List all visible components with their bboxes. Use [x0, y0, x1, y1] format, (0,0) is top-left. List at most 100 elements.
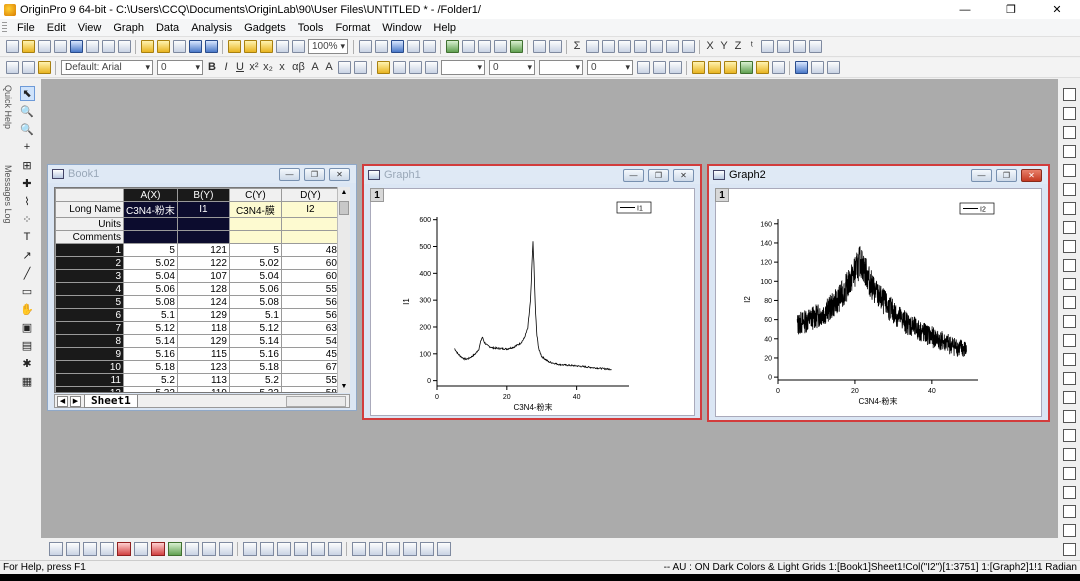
sheet-prev-icon[interactable]: ◀ — [57, 395, 68, 407]
table-cell[interactable]: 5 — [123, 243, 178, 257]
table-row[interactable]: 2 5.02 122 5.02 60 — [55, 256, 340, 270]
table-cell[interactable]: 5.18 — [123, 360, 178, 374]
print-icon[interactable] — [358, 40, 372, 53]
row-number[interactable]: 4 — [55, 282, 124, 296]
format-painter-icon[interactable] — [691, 61, 705, 74]
align-bottom-icon[interactable] — [1062, 296, 1076, 310]
new-note-icon[interactable] — [117, 40, 131, 53]
graph2-minimize-button[interactable]: — — [971, 169, 992, 182]
insert-equation-icon[interactable]: ✱ — [20, 356, 35, 371]
sample-icon[interactable] — [681, 40, 695, 53]
paste-icon[interactable] — [37, 61, 51, 74]
worksheet-table[interactable]: A(X) B(Y) C(Y) D(Y) Long Name C3N4-粉末 I1… — [55, 188, 340, 392]
book1-title-bar[interactable]: Book1 — ❐ ✕ — [48, 165, 356, 183]
recalculate-icon[interactable] — [291, 40, 305, 53]
y-icon[interactable]: Y — [719, 40, 730, 53]
table-row[interactable]: 12 5.22 119 5.22 58 — [55, 386, 340, 392]
same-height-icon[interactable] — [1062, 523, 1076, 537]
table-cell[interactable]: 60 — [280, 256, 340, 270]
table-cell[interactable]: 5.06 — [228, 282, 282, 296]
clock-icon[interactable] — [1062, 353, 1076, 367]
comments-b[interactable] — [176, 230, 230, 244]
ungroup-obj-icon[interactable] — [1062, 486, 1076, 499]
row-label-long-name[interactable]: Long Name — [55, 201, 124, 218]
insert-object-icon[interactable]: ▦ — [20, 374, 35, 389]
units-c[interactable] — [228, 217, 282, 231]
column-header-a[interactable]: A(X) — [123, 188, 178, 202]
table-cell[interactable]: 5.22 — [228, 386, 282, 392]
menu-tools[interactable]: Tools — [292, 22, 330, 34]
table-cell[interactable]: 5.16 — [228, 347, 282, 361]
table-cell[interactable]: 5.1 — [228, 308, 282, 322]
pointer-icon[interactable]: ⬉ — [19, 85, 35, 101]
table-cell[interactable]: 60 — [280, 269, 340, 283]
axis-icon[interactable] — [1062, 106, 1076, 120]
table-cell[interactable]: 55 — [280, 282, 340, 296]
align-top-icon[interactable] — [1062, 277, 1076, 291]
label-icon[interactable] — [760, 40, 774, 53]
table-row[interactable]: 6 5.1 129 5.1 56 — [55, 308, 340, 322]
rescale-icon[interactable] — [1062, 125, 1076, 139]
cut-icon[interactable] — [5, 61, 19, 74]
graph1-plot[interactable]: 0 20 400100200300400500600C3N4-粉末I1I1 — [371, 189, 696, 417]
layer-icon[interactable] — [1062, 88, 1076, 101]
open-excel-icon[interactable] — [172, 40, 186, 53]
zoom-in-icon[interactable]: 🔍 — [20, 104, 35, 119]
paste-format-icon[interactable] — [755, 61, 769, 74]
text-tool-icon[interactable]: T — [20, 230, 35, 245]
graph2-plot[interactable]: 0 20 40 0 20 40 60 80 100 120 140 160 C3N4-粉末 I2 I2 — [716, 189, 1043, 418]
table-row[interactable]: 9 5.16 115 5.16 45 — [55, 347, 340, 361]
superscript-icon[interactable]: x² — [249, 61, 260, 74]
bring-front-icon[interactable] — [1062, 429, 1076, 443]
long-name-a[interactable]: C3N4-粉末 — [123, 201, 178, 218]
minimize-button[interactable]: — — [942, 0, 988, 19]
menu-window[interactable]: Window — [376, 22, 427, 34]
table-cell[interactable]: 5.18 — [228, 360, 282, 374]
table-cell[interactable]: 5.08 — [123, 295, 178, 309]
table-cell[interactable]: 129 — [176, 308, 230, 322]
table-cell[interactable]: 58 — [280, 386, 340, 392]
table-cell[interactable]: 5.2 — [123, 373, 178, 387]
menu-edit[interactable]: Edit — [41, 22, 72, 34]
table-cell[interactable]: 5.14 — [228, 334, 282, 348]
sigma-icon[interactable]: Σ — [572, 40, 583, 53]
long-name-b[interactable]: I1 — [176, 201, 230, 218]
import-wizard-icon[interactable] — [259, 40, 273, 53]
row-number[interactable]: 8 — [55, 334, 124, 348]
bar-style-icon[interactable] — [353, 61, 367, 74]
row-number[interactable]: 9 — [55, 347, 124, 361]
table-cell[interactable]: 63 — [280, 321, 340, 335]
graph2-title-bar[interactable]: Graph2 — ❐ ✕ — [709, 166, 1048, 184]
area-plot-icon[interactable] — [150, 542, 165, 556]
table-cell[interactable]: 123 — [176, 360, 230, 374]
row-number[interactable]: 7 — [55, 321, 124, 335]
graph2-window[interactable]: Graph2 — ❐ ✕ 1 0 20 40 0 20 40 60 80 100 120 140 16… — [707, 164, 1050, 422]
fill-area-icon[interactable] — [167, 542, 182, 556]
table-cell[interactable]: 5.1 — [123, 308, 178, 322]
menu-graph[interactable]: Graph — [107, 22, 150, 34]
bottom-axis-icon[interactable] — [1062, 239, 1076, 253]
worksheet-horizontal-scrollbar[interactable] — [286, 395, 346, 407]
left-axis-icon[interactable] — [1062, 258, 1076, 272]
worksheet-grid[interactable]: A(X) B(Y) C(Y) D(Y) Long Name C3N4-粉末 I1… — [54, 187, 350, 393]
draw-data-icon[interactable]: ⌇ — [20, 194, 35, 209]
hand-tool-icon[interactable]: ✋ — [20, 302, 35, 317]
graph1-window[interactable]: Graph1 — ❐ ✕ 1 0 20 40 0 100 200 300 400 500 600 C… — [362, 164, 702, 420]
add-layer-icon[interactable] — [548, 40, 562, 53]
new-workbook-icon[interactable] — [37, 40, 51, 53]
table-cell[interactable]: 56 — [280, 295, 340, 309]
table-cell[interactable]: 5.02 — [123, 256, 178, 270]
graph1-minimize-button[interactable]: — — [623, 169, 644, 182]
project-explorer-icon[interactable] — [445, 40, 459, 53]
graph2-restore-button[interactable]: ❐ — [996, 169, 1017, 182]
row-number[interactable]: 12 — [55, 386, 124, 392]
scroll-up-arrow-icon[interactable]: ▲ — [338, 187, 350, 199]
error-icon[interactable]: ᵗ — [747, 40, 758, 53]
worksheet-vertical-scrollbar[interactable]: ▲ ▼ — [337, 187, 350, 393]
histogram-icon[interactable] — [649, 40, 663, 53]
align-left-icon[interactable] — [1062, 315, 1076, 329]
quick-help-tab[interactable]: Quick Help — [1, 85, 13, 129]
table-row[interactable]: 10 5.18 123 5.18 67 — [55, 360, 340, 374]
row-number[interactable]: 11 — [55, 373, 124, 387]
new-graph-icon[interactable] — [69, 40, 83, 53]
